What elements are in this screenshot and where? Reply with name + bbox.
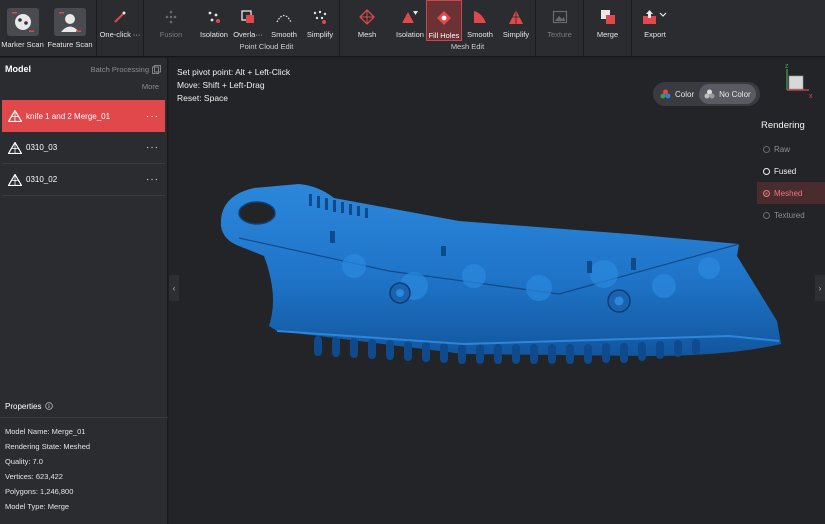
feature-scan-icon bbox=[54, 8, 86, 36]
radio-icon bbox=[763, 145, 770, 153]
info-icon[interactable] bbox=[45, 402, 54, 410]
point-cloud-edit-label: Point Cloud Edit bbox=[239, 42, 294, 51]
no-color-option[interactable]: No Color bbox=[699, 84, 756, 104]
marker-scan-icon bbox=[6, 8, 39, 36]
model-name: 0310_03 bbox=[26, 143, 58, 152]
mesh-edit-label: Mesh Edit bbox=[450, 42, 485, 51]
divider bbox=[0, 417, 168, 418]
model-row[interactable]: 0310_03 ··· bbox=[2, 132, 165, 164]
model-panel-header: Model Batch Processing bbox=[0, 58, 167, 80]
marker-scan-button[interactable]: Marker Scan bbox=[0, 0, 45, 57]
model-panel: Model Batch Processing More knife 1 and … bbox=[0, 58, 168, 524]
collapse-left-panel-button[interactable]: ‹ bbox=[169, 275, 179, 301]
mesh-button[interactable]: Mesh bbox=[340, 0, 394, 41]
one-click-group: One-click ··· bbox=[97, 0, 144, 57]
radio-icon bbox=[763, 167, 770, 175]
texture-group: Texture bbox=[536, 0, 584, 57]
merge-icon bbox=[599, 8, 617, 26]
svg-text:z: z bbox=[785, 63, 789, 70]
model-menu-button[interactable]: ··· bbox=[146, 142, 159, 153]
export-group: Export bbox=[632, 0, 678, 57]
property-polygons: Polygons: 1,246,800 bbox=[5, 487, 74, 496]
mesh-simplify-icon bbox=[507, 8, 525, 26]
3d-viewport[interactable]: Set pivot point: Alt + Left-Click Move: … bbox=[169, 58, 825, 524]
more-button[interactable]: More bbox=[0, 80, 167, 100]
merge-button[interactable]: Merge bbox=[584, 0, 631, 41]
texture-icon bbox=[551, 8, 569, 26]
model-menu-button[interactable]: ··· bbox=[146, 174, 159, 185]
mesh-edit-group: Mesh Isolation Fill Holes Smooth Simplif… bbox=[340, 0, 536, 57]
model-menu-button[interactable]: ··· bbox=[146, 111, 159, 122]
property-model-name: Model Name: Merge_01 bbox=[5, 427, 86, 436]
property-vertices: Vertices: 623,422 bbox=[5, 472, 63, 481]
pc-smooth-button[interactable]: Smooth bbox=[266, 0, 302, 41]
property-rendering-state: Rendering State: Meshed bbox=[5, 442, 91, 451]
pc-fusion-button[interactable]: Fusion bbox=[144, 0, 198, 41]
model-row-selected[interactable]: knife 1 and 2 Merge_01 ··· bbox=[2, 100, 165, 132]
smooth-icon bbox=[275, 8, 293, 26]
rendering-option-raw[interactable]: Raw bbox=[757, 138, 825, 160]
batch-processing-button[interactable]: Batch Processing bbox=[91, 65, 161, 74]
overlap-icon bbox=[239, 8, 257, 26]
pc-simplify-button[interactable]: Simplify bbox=[302, 0, 338, 41]
view-cube-gizmo[interactable]: z x bbox=[775, 62, 815, 102]
isolation-points-icon bbox=[205, 8, 223, 26]
pc-isolation-button[interactable]: Isolation bbox=[198, 0, 230, 41]
simplify-points-icon bbox=[311, 8, 329, 26]
mesh-model-icon bbox=[8, 110, 22, 122]
main-toolbar: Marker Scan Feature Scan One-click ··· F… bbox=[0, 0, 825, 57]
batch-icon bbox=[152, 64, 161, 74]
no-color-dots-icon bbox=[704, 89, 715, 99]
mesh-model-icon bbox=[8, 173, 22, 186]
fusion-icon bbox=[162, 8, 180, 26]
model-row[interactable]: 0310_02 ··· bbox=[2, 164, 165, 196]
property-model-type: Model Type: Merge bbox=[5, 502, 70, 511]
model-panel-title: Model bbox=[5, 64, 31, 74]
mesh-isolation-button[interactable]: Isolation bbox=[394, 0, 426, 41]
property-quality: Quality: 7.0 bbox=[5, 457, 43, 466]
scan-group: Marker Scan Feature Scan bbox=[0, 0, 97, 57]
properties-header: Properties bbox=[0, 398, 168, 414]
properties-section: Properties Model Name: Merge_01 Renderin… bbox=[0, 398, 168, 514]
color-toggle: Color No Color bbox=[653, 82, 760, 106]
export-button[interactable]: Export bbox=[632, 0, 678, 41]
mesh-model-icon bbox=[8, 141, 22, 154]
mesh-smooth-button[interactable]: Smooth bbox=[462, 0, 498, 41]
collapse-right-panel-button[interactable]: › bbox=[815, 275, 825, 301]
svg-text:x: x bbox=[809, 93, 813, 100]
knife-handle-mesh-model[interactable] bbox=[209, 176, 789, 376]
export-icon bbox=[641, 8, 669, 26]
merge-group: Merge bbox=[584, 0, 632, 57]
mesh-simplify-button[interactable]: Simplify bbox=[498, 0, 534, 41]
color-dots-icon bbox=[660, 89, 671, 99]
mesh-isolation-icon bbox=[401, 8, 419, 26]
magic-wand-icon bbox=[111, 8, 129, 26]
one-click-button[interactable]: One-click ··· bbox=[97, 0, 143, 41]
pc-overlap-button[interactable]: Overla··· bbox=[230, 0, 266, 41]
fill-holes-button[interactable]: Fill Holes bbox=[426, 0, 462, 41]
fill-holes-icon bbox=[435, 9, 453, 27]
rendering-title: Rendering bbox=[761, 120, 805, 131]
color-option[interactable]: Color bbox=[655, 84, 699, 104]
mesh-smooth-icon bbox=[471, 8, 489, 26]
model-name: knife 1 and 2 Merge_01 bbox=[26, 111, 111, 121]
model-name: 0310_02 bbox=[26, 175, 58, 184]
texture-button[interactable]: Texture bbox=[536, 0, 583, 41]
mesh-icon bbox=[358, 8, 376, 26]
navigation-hints: Set pivot point: Alt + Left-Click Move: … bbox=[177, 67, 291, 103]
point-cloud-edit-group: Fusion Isolation Overla··· Smooth Simpli… bbox=[144, 0, 340, 57]
feature-scan-button[interactable]: Feature Scan bbox=[45, 0, 95, 57]
